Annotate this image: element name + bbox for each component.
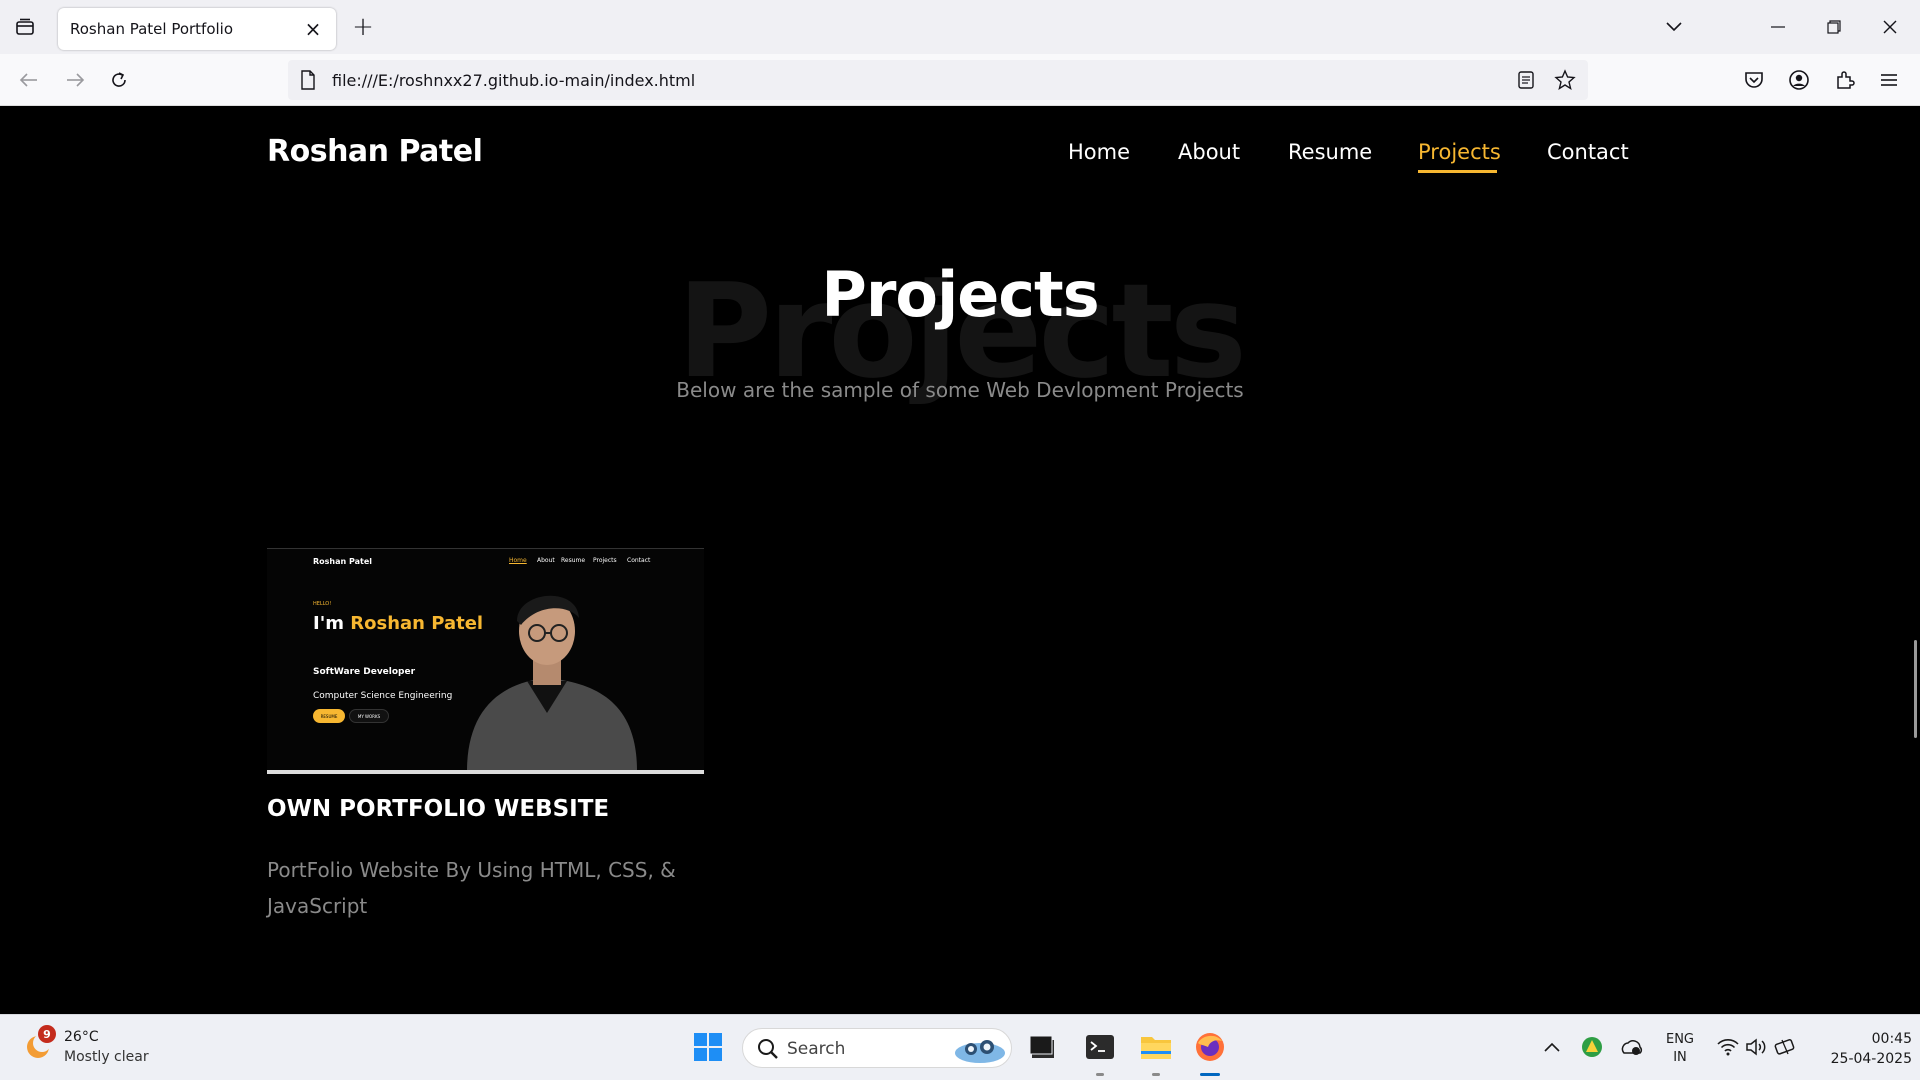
search-placeholder: Search bbox=[787, 1039, 846, 1059]
search-highlight-icon bbox=[953, 1033, 1007, 1069]
file-explorer-icon[interactable] bbox=[1138, 1029, 1174, 1065]
region-code: IN bbox=[1673, 1050, 1687, 1065]
weather-temperature[interactable]: 26°C bbox=[64, 1029, 99, 1045]
tab-list-icon[interactable] bbox=[10, 12, 40, 42]
bookmark-star-icon[interactable] bbox=[1554, 69, 1576, 95]
firefox-icon[interactable] bbox=[1192, 1029, 1228, 1065]
language-code: ENG bbox=[1665, 1032, 1694, 1047]
section-title: Projects bbox=[821, 258, 1099, 331]
thumbnail-resume-button: RESUME bbox=[313, 709, 345, 723]
pocket-icon[interactable] bbox=[1737, 63, 1771, 97]
clock-date: 25-04-2025 bbox=[1830, 1051, 1912, 1067]
thumbnail-education: Computer Science Engineering bbox=[313, 691, 453, 701]
taskbar-search[interactable]: Search bbox=[742, 1028, 1012, 1068]
nav-link-resume[interactable]: Resume bbox=[1288, 140, 1372, 164]
close-icon[interactable]: × bbox=[302, 17, 324, 41]
battery-icon[interactable] bbox=[1768, 1029, 1804, 1065]
language-indicator[interactable]: ENG IN bbox=[1660, 1031, 1700, 1067]
terminal-running-indicator bbox=[1096, 1073, 1104, 1076]
page-content: Roshan Patel Home About Resume Projects … bbox=[0, 106, 1920, 1014]
page-scrollbar[interactable] bbox=[1914, 640, 1917, 738]
site-logo[interactable]: Roshan Patel bbox=[267, 134, 483, 169]
weather-condition[interactable]: Mostly clear bbox=[64, 1049, 149, 1065]
minimize-icon[interactable] bbox=[1760, 10, 1796, 44]
project-description: PortFolio Website By Using HTML, CSS, & … bbox=[267, 858, 676, 918]
project-thumbnail[interactable]: Roshan Patel Home About Resume Projects … bbox=[267, 548, 704, 771]
url-bar[interactable]: file:///E:/roshnxx27.github.io-main/inde… bbox=[288, 60, 1588, 100]
portrait-image bbox=[467, 595, 637, 771]
nav-link-contact[interactable]: Contact bbox=[1547, 140, 1629, 164]
url-text: file:///E:/roshnxx27.github.io-main/inde… bbox=[332, 70, 696, 90]
browser-nav-bar: file:///E:/roshnxx27.github.io-main/inde… bbox=[0, 54, 1920, 106]
nav-link-projects[interactable]: Projects bbox=[1418, 140, 1501, 164]
thumbnail-im: I'm bbox=[313, 613, 344, 634]
chevron-down-icon[interactable] bbox=[1656, 10, 1692, 44]
explorer-running-indicator bbox=[1152, 1073, 1160, 1076]
clock[interactable]: 00:45 25-04-2025 bbox=[1812, 1029, 1912, 1069]
task-view-icon[interactable] bbox=[1024, 1029, 1060, 1065]
restore-icon[interactable] bbox=[1816, 10, 1852, 44]
firefox-active-indicator bbox=[1200, 1073, 1220, 1076]
nav-link-home[interactable]: Home bbox=[1068, 140, 1130, 164]
app-tray-icon[interactable] bbox=[1574, 1029, 1610, 1065]
close-icon[interactable] bbox=[1872, 10, 1908, 44]
forward-icon[interactable] bbox=[58, 63, 92, 97]
project-title[interactable]: OWN PORTFOLIO WEBSITE bbox=[267, 796, 609, 822]
network-drive-icon[interactable] bbox=[1614, 1029, 1650, 1065]
search-icon bbox=[757, 1038, 779, 1064]
extensions-icon[interactable] bbox=[1828, 63, 1862, 97]
account-icon[interactable] bbox=[1782, 63, 1816, 97]
tab-active[interactable]: Roshan Patel Portfolio × bbox=[58, 8, 336, 50]
menu-icon[interactable] bbox=[1872, 63, 1906, 97]
taskbar: 9 26°C Mostly clear Search ENG IN 00:45 … bbox=[0, 1014, 1920, 1080]
reader-view-icon[interactable] bbox=[1518, 70, 1534, 94]
thumbnail-role: SoftWare Developer bbox=[313, 667, 416, 677]
thumbnail-logo: Roshan Patel bbox=[313, 557, 373, 566]
chevron-up-icon[interactable] bbox=[1534, 1029, 1570, 1065]
thumbnail-works-button: MY WORKS bbox=[349, 709, 389, 723]
back-icon[interactable] bbox=[12, 63, 46, 97]
terminal-icon[interactable] bbox=[1082, 1029, 1118, 1065]
browser-tab-bar: Roshan Patel Portfolio × + bbox=[0, 0, 1920, 54]
thumbnail-hello: HELLO! bbox=[313, 601, 332, 607]
tab-title: Roshan Patel Portfolio bbox=[70, 20, 234, 38]
windows-start-icon[interactable] bbox=[690, 1029, 726, 1065]
clock-time: 00:45 bbox=[1871, 1031, 1912, 1047]
section-subtitle: Below are the sample of some Web Devlopm… bbox=[676, 378, 1244, 402]
active-nav-underline bbox=[1418, 170, 1497, 173]
page-icon bbox=[300, 70, 316, 94]
weather-badge: 9 bbox=[38, 1025, 56, 1043]
nav-link-about[interactable]: About bbox=[1178, 140, 1240, 164]
reload-icon[interactable] bbox=[102, 63, 136, 97]
plus-icon[interactable]: + bbox=[348, 12, 378, 42]
thumbnail-divider bbox=[267, 770, 704, 774]
